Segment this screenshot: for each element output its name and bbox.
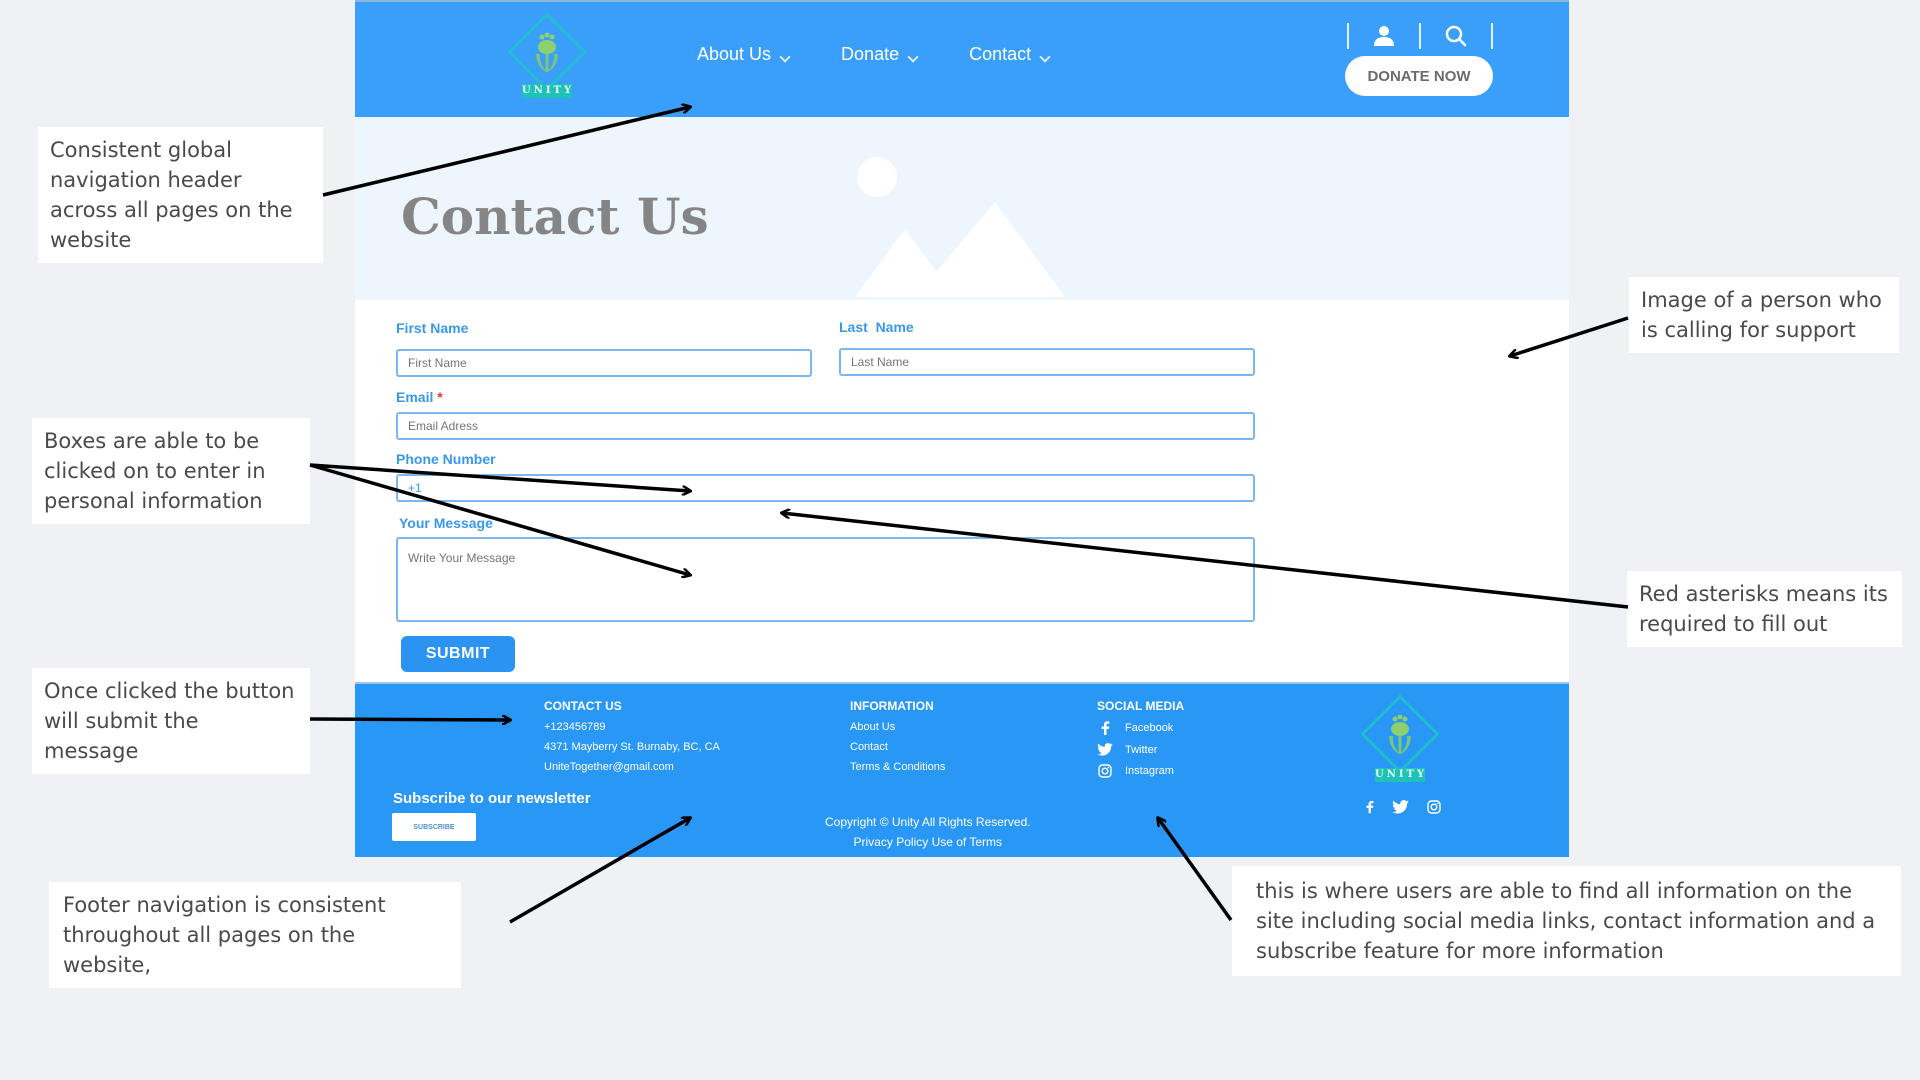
chevron-down-icon: [779, 51, 791, 63]
facebook-icon[interactable]: [1365, 800, 1374, 819]
annotation-boxes: Boxes are able to be clicked on to enter…: [32, 418, 310, 524]
email-label: Email *: [396, 389, 443, 405]
annotation-footer-nav: Footer navigation is consistent througho…: [49, 882, 461, 988]
footer-link-about-us[interactable]: About Us: [850, 721, 945, 733]
copyright-text: Copyright © Unity All Rights Reserved.: [825, 815, 1031, 829]
contact-page-mockup: UNITY About Us Donate Contact DONATE NOW…: [355, 0, 1569, 857]
first-name-input[interactable]: [396, 349, 812, 377]
phone-label: Phone Number: [396, 451, 496, 467]
nav-label: Donate: [841, 44, 900, 64]
annotation-submit: Once clicked the button will submit the …: [32, 668, 310, 774]
footer-contact-column: CONTACT US +123456789 4371 Mayberry St. …: [544, 699, 720, 781]
last-name-input[interactable]: [839, 348, 1255, 376]
nav-donate[interactable]: Donate: [841, 44, 919, 65]
social-label: Instagram: [1125, 765, 1174, 777]
email-input[interactable]: [396, 412, 1255, 440]
footer-social-column: SOCIAL MEDIA Facebook Twitter Instagram: [1097, 699, 1184, 786]
annotation-image: Image of a person who is calling for sup…: [1629, 277, 1899, 353]
plant-hands-icon: [1389, 714, 1411, 754]
nav-about-us[interactable]: About Us: [697, 44, 791, 65]
annotation-footer-info: this is where users are able to find all…: [1232, 866, 1901, 976]
donate-now-button[interactable]: DONATE NOW: [1345, 56, 1493, 96]
social-label: Facebook: [1125, 722, 1174, 734]
plant-hands-icon: [536, 32, 558, 72]
page-title: Contact Us: [401, 187, 709, 246]
message-textarea[interactable]: [396, 537, 1255, 622]
legal-links[interactable]: Privacy Policy Use of Terms: [825, 832, 1031, 852]
user-icon[interactable]: [1349, 24, 1419, 48]
contact-form: First Name Last Name Email * Phone Numbe…: [355, 300, 1569, 682]
unity-logo[interactable]: UNITY: [497, 12, 597, 104]
newsletter-title: Subscribe to our newsletter: [393, 790, 591, 807]
twitter-icon: [1097, 743, 1113, 756]
annotation-header: Consistent global navigation header acro…: [38, 127, 323, 263]
main-nav: About Us Donate Contact: [697, 44, 1101, 65]
global-footer: CONTACT US +123456789 4371 Mayberry St. …: [355, 682, 1569, 857]
footer-social-twitter[interactable]: Twitter: [1097, 743, 1184, 756]
footer-social-icons: [1365, 800, 1441, 819]
phone-input[interactable]: [396, 474, 1255, 502]
footer-information-column: INFORMATION About Us Contact Terms & Con…: [850, 699, 945, 781]
footer-social-facebook[interactable]: Facebook: [1097, 721, 1184, 735]
email-label-text: Email: [396, 389, 434, 405]
facebook-icon: [1097, 721, 1113, 735]
chevron-down-icon: [1039, 51, 1051, 63]
subscribe-button[interactable]: SUBSCRIBE: [392, 813, 476, 841]
image-placeholder-icon: [855, 157, 1065, 297]
footer-social-instagram[interactable]: Instagram: [1097, 764, 1184, 778]
nav-contact[interactable]: Contact: [969, 44, 1051, 65]
twitter-icon[interactable]: [1392, 800, 1409, 819]
instagram-icon: [1097, 764, 1113, 778]
nav-label: About Us: [697, 44, 772, 64]
footer-heading: CONTACT US: [544, 699, 622, 713]
social-label: Twitter: [1125, 743, 1158, 756]
nav-label: Contact: [969, 44, 1032, 64]
footer-link-contact[interactable]: Contact: [850, 741, 945, 753]
divider: [1491, 23, 1493, 49]
instagram-icon[interactable]: [1427, 800, 1441, 819]
required-asterisk: *: [437, 389, 443, 405]
logo-wordmark: UNITY: [522, 84, 575, 98]
footer-phone: +123456789: [544, 721, 606, 733]
submit-button[interactable]: SUBMIT: [401, 636, 515, 672]
footer-heading: SOCIAL MEDIA: [1097, 699, 1185, 713]
footer-address: 4371 Mayberry St. Burnaby, BC, CA: [544, 741, 720, 753]
footer-link-terms[interactable]: Terms & Conditions: [850, 761, 945, 773]
footer-unity-logo[interactable]: UNITY: [1350, 694, 1450, 786]
first-name-label: First Name: [396, 320, 469, 336]
utility-icons: [1347, 22, 1493, 50]
search-icon[interactable]: [1421, 24, 1491, 48]
message-label: Your Message: [399, 515, 493, 531]
last-name-label: Last Name: [839, 319, 914, 335]
hero-banner: Contact Us: [355, 117, 1569, 300]
footer-email[interactable]: UniteTogether@gmail.com: [544, 761, 720, 773]
footer-heading: INFORMATION: [850, 699, 934, 713]
global-header: UNITY About Us Donate Contact DONATE NOW: [355, 0, 1569, 117]
logo-wordmark: UNITY: [1375, 768, 1428, 782]
chevron-down-icon: [907, 51, 919, 63]
annotation-asterisk: Red asterisks means its required to fill…: [1627, 571, 1902, 647]
copyright-block: Copyright © Unity All Rights Reserved. P…: [825, 812, 1031, 852]
